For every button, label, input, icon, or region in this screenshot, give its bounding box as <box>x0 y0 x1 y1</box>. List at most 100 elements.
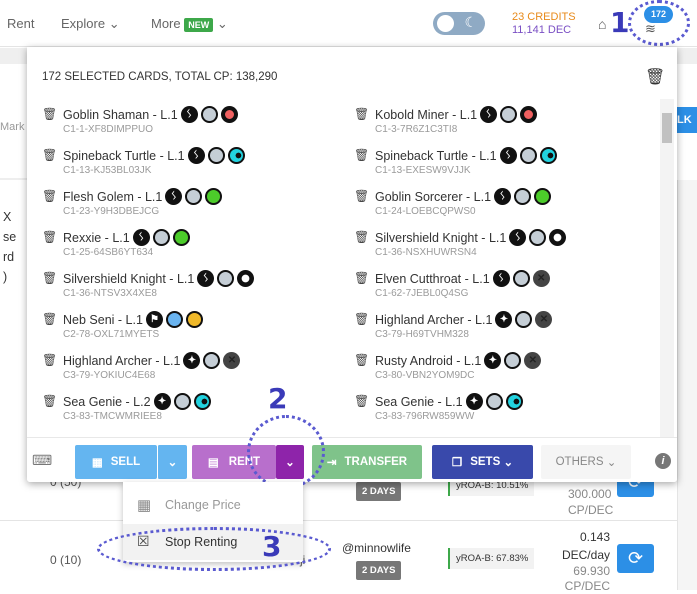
remove-card-trash-icon[interactable]: 🗑 <box>42 354 57 367</box>
credits: 23 CREDITS <box>512 11 576 23</box>
new-badge: NEW <box>184 18 214 32</box>
moon-icon: ☾ <box>464 14 477 30</box>
blue-icon <box>165 311 183 328</box>
refresh-button[interactable]: ⟳ <box>617 544 654 573</box>
price-value: 0.143 <box>579 530 610 544</box>
card-id: C1-23-Y9H3DBEJCG <box>63 206 160 217</box>
store-icon: ▦ <box>91 457 103 469</box>
gray-icon <box>185 188 203 205</box>
frag: rd <box>3 250 15 264</box>
water-icon <box>193 393 211 410</box>
card-id: C3-83-TMCWMRIEE8 <box>63 411 162 422</box>
transfer-button[interactable]: ⇥ TRANSFER <box>312 445 422 479</box>
divider <box>0 178 27 180</box>
gray-icon <box>485 393 503 410</box>
others-button[interactable]: OTHERS ⌄ <box>541 445 631 479</box>
remove-card-trash-icon[interactable]: 🗑 <box>42 149 57 162</box>
earth-icon <box>534 188 552 205</box>
card-id: C1-3-7R6Z1C3TI8 <box>375 124 458 135</box>
menu-item-change-price[interactable]: ▦ Change Price <box>123 487 303 523</box>
transfer-icon: ⇥ <box>326 457 337 469</box>
gray-icon <box>515 311 533 328</box>
calculator-icon: ▤ <box>207 457 219 469</box>
price: 0.143 DEC/day 69.930 CP/DEC <box>550 528 610 594</box>
theme-toggle[interactable]: ☾ <box>433 12 485 35</box>
remove-card-trash-icon[interactable]: 🗑 <box>354 231 369 244</box>
dec-balance: 11,141 DEC <box>512 24 572 36</box>
toggle-knob <box>437 15 454 32</box>
days-badge: 2 DAYS <box>356 482 402 501</box>
cp-unit: CP/DEC <box>564 579 610 593</box>
card-name: Elven Cutthroat - L.1 ᛊ ✕ <box>375 270 550 288</box>
clear-all-trash-icon[interactable]: 🗑 <box>645 67 665 87</box>
card-name-text: Neb Seni - L.1 <box>63 312 143 327</box>
nav-rent[interactable]: Rent <box>7 16 34 31</box>
annotation-circle <box>628 0 690 46</box>
card-name: Rusty Android - L.1 ✦ ✕ <box>375 352 542 370</box>
card-id: C1-13-KJ53BL03JK <box>63 165 152 176</box>
card-name-text: Rexxie - L.1 <box>63 230 130 245</box>
keyboard-icon[interactable]: ⌨ <box>32 452 52 469</box>
inbox-icon[interactable]: ⌂ <box>598 16 606 32</box>
card-id: C1-13-EXESW9VJJK <box>375 165 471 176</box>
remove-card-trash-icon[interactable]: 🗑 <box>354 149 369 162</box>
card-name-text: Silvershield Knight - L.1 <box>375 230 507 245</box>
price: 300.000 CP/DEC <box>568 486 613 518</box>
remove-card-trash-icon[interactable]: 🗑 <box>42 190 57 203</box>
card-name-text: Highland Archer - L.1 <box>375 312 493 327</box>
column-header-fragment: Xse rd) <box>3 207 16 287</box>
sets-button[interactable]: ❒ SETS ⌄ <box>432 445 533 479</box>
card-name: Sea Genie - L.2 ✦ <box>63 393 211 411</box>
bulk-button[interactable]: LK <box>677 107 697 133</box>
neutral-icon: ᛊ <box>187 147 205 164</box>
nav-explore[interactable]: Explore ⌄ <box>61 16 120 32</box>
neutral-icon: ᛊ <box>494 188 512 205</box>
card-name-text: Sea Genie - L.2 <box>63 394 151 409</box>
card-name: Flesh Golem - L.1 ᛊ <box>63 188 223 206</box>
renter[interactable]: @minnowlife <box>342 541 411 555</box>
water-icon <box>505 393 523 410</box>
nav-more[interactable]: More NEW ⌄ <box>151 16 228 32</box>
card-id: C1-62-7JEBL0Q4SG <box>375 288 469 299</box>
card-name: Goblin Sorcerer - L.1 ᛊ <box>375 188 552 206</box>
gray-icon <box>519 147 537 164</box>
sell-button[interactable]: ▦ SELL <box>75 445 157 479</box>
remove-card-trash-icon[interactable]: 🗑 <box>42 231 57 244</box>
dragon-icon <box>185 311 203 328</box>
scrollbar-thumb[interactable] <box>662 113 672 143</box>
menu-label: Change Price <box>165 498 241 512</box>
remove-card-trash-icon[interactable]: 🗑 <box>354 190 369 203</box>
remove-card-trash-icon[interactable]: 🗑 <box>354 354 369 367</box>
card-name: Highland Archer - L.1 ✦ ✕ <box>375 311 553 329</box>
fire-icon <box>520 106 538 123</box>
sell-dropdown[interactable]: ⌄ <box>157 445 187 479</box>
epic-icon: ✦ <box>465 393 483 410</box>
divider <box>0 520 677 521</box>
info-icon[interactable]: i <box>655 453 671 469</box>
card-id: C1-25-64SB6YT634 <box>63 247 154 258</box>
rare-icon: ⚑ <box>145 311 163 328</box>
remove-card-trash-icon[interactable]: 🗑 <box>354 272 369 285</box>
gray-icon <box>200 106 218 123</box>
card-name-text: Flesh Golem - L.1 <box>63 189 163 204</box>
remove-card-trash-icon[interactable]: 🗑 <box>354 313 369 326</box>
card-id: C2-78-OXL71MYETS <box>63 329 160 340</box>
card-name-text: Spineback Turtle - L.1 <box>63 148 185 163</box>
card-id: C1-24-LOEBCQPWS0 <box>375 206 476 217</box>
market-fragment: Mark <box>0 121 25 133</box>
remove-card-trash-icon[interactable]: 🗑 <box>354 395 369 408</box>
epic-icon: ✦ <box>495 311 513 328</box>
scrollbar[interactable] <box>660 99 674 437</box>
chevron-down-icon: ⌄ <box>606 457 617 469</box>
remove-card-trash-icon[interactable]: 🗑 <box>354 108 369 121</box>
neutral-icon: ᛊ <box>499 147 517 164</box>
transfer-label: TRANSFER <box>344 456 408 468</box>
remove-card-trash-icon[interactable]: 🗑 <box>42 395 57 408</box>
remove-card-trash-icon[interactable]: 🗑 <box>42 272 57 285</box>
remove-card-trash-icon[interactable]: 🗑 <box>42 108 57 121</box>
remove-card-trash-icon[interactable]: 🗑 <box>42 313 57 326</box>
gray-icon <box>500 106 518 123</box>
annotation-2: 2 <box>268 382 288 415</box>
price-table-icon: ▦ <box>137 497 152 514</box>
neutral-icon: ᛊ <box>132 229 150 246</box>
